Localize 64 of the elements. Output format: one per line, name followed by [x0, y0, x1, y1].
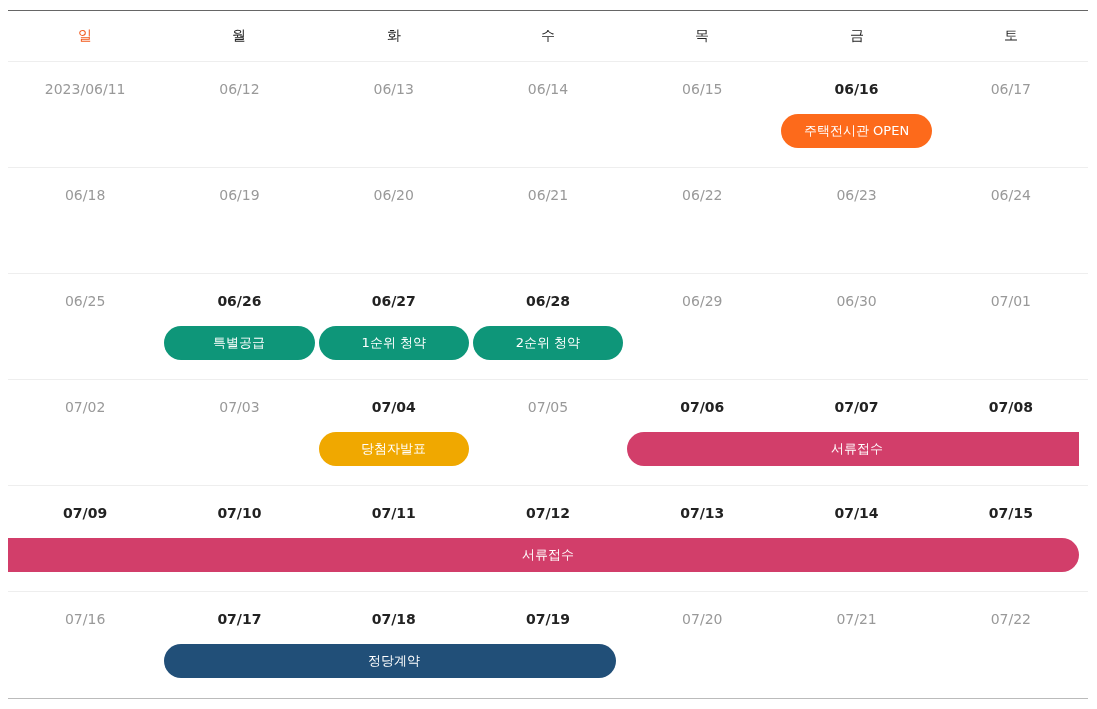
date-label: 07/21 — [836, 610, 877, 627]
date-label: 06/25 — [64, 292, 106, 309]
event-label: 1순위 청약 — [361, 334, 426, 352]
date-label: 06/28 — [525, 292, 571, 309]
weekday-label: 금 — [849, 27, 864, 45]
date-label: 06/16 — [834, 80, 879, 97]
date-label: 06/23 — [836, 186, 877, 203]
date-label: 2023/06/11 — [44, 80, 126, 97]
date-label: 07/22 — [990, 610, 1032, 627]
date-label: 07/11 — [371, 504, 416, 521]
date-label: 07/15 — [988, 504, 1033, 521]
date-label: 06/30 — [836, 292, 877, 309]
date-label: 07/20 — [682, 610, 723, 627]
date-label: 07/17 — [217, 610, 262, 627]
event-label: 서류접수 — [830, 440, 883, 458]
date-label: 07/05 — [527, 398, 569, 415]
date-label: 06/13 — [373, 80, 414, 97]
event-bar[interactable] — [164, 644, 317, 678]
event-label: 서류접수 — [522, 546, 574, 564]
event-label: 정당계약 — [367, 652, 420, 670]
date-label: 07/01 — [990, 292, 1032, 309]
date-label: 06/17 — [990, 80, 1032, 97]
date-label: 06/19 — [219, 186, 260, 203]
event-bar[interactable] — [472, 326, 624, 360]
event-label: 특별공급 — [213, 334, 266, 352]
event-bar[interactable] — [164, 326, 315, 360]
event-label: 주택전시관 OPEN — [804, 122, 910, 140]
weekday-label: 목 — [695, 27, 710, 45]
event-label: 당첨자발표 — [361, 440, 427, 458]
weekday-label: 월 — [232, 27, 247, 45]
date-label: 06/26 — [217, 292, 262, 309]
date-label: 07/04 — [371, 398, 416, 415]
event-bar[interactable] — [470, 644, 617, 678]
date-label: 07/10 — [217, 504, 262, 521]
date-label: 07/13 — [680, 504, 725, 521]
date-label: 07/19 — [525, 610, 571, 627]
date-label: 06/18 — [64, 186, 106, 203]
date-label: 06/14 — [527, 80, 569, 97]
event-bar[interactable] — [627, 432, 780, 466]
date-label: 07/06 — [680, 398, 725, 415]
date-label: 07/14 — [834, 504, 879, 521]
date-label: 07/08 — [988, 398, 1033, 415]
date-label: 07/02 — [64, 398, 106, 415]
event-bar[interactable] — [318, 326, 469, 360]
weekday-label: 화 — [386, 27, 401, 45]
date-label: 07/16 — [64, 610, 106, 627]
date-label: 07/12 — [525, 504, 571, 521]
date-label: 06/12 — [219, 80, 260, 97]
event-bar[interactable] — [933, 538, 1079, 572]
date-label: 07/09 — [63, 504, 108, 521]
date-label: 06/24 — [990, 186, 1032, 203]
date-label: 07/03 — [219, 398, 260, 415]
weekday-label: 일 — [78, 27, 93, 45]
weekday-label: 토 — [1003, 27, 1018, 45]
date-label: 07/07 — [834, 398, 879, 415]
date-label: 06/20 — [373, 186, 414, 203]
date-label: 06/21 — [527, 186, 569, 203]
date-label: 06/27 — [371, 292, 416, 309]
date-label: 06/22 — [682, 186, 723, 203]
event-label: 2순위 청약 — [515, 334, 581, 352]
weekday-label: 수 — [541, 27, 555, 45]
date-label: 06/29 — [682, 292, 723, 309]
date-label: 06/15 — [682, 80, 723, 97]
date-label: 07/18 — [371, 610, 416, 627]
